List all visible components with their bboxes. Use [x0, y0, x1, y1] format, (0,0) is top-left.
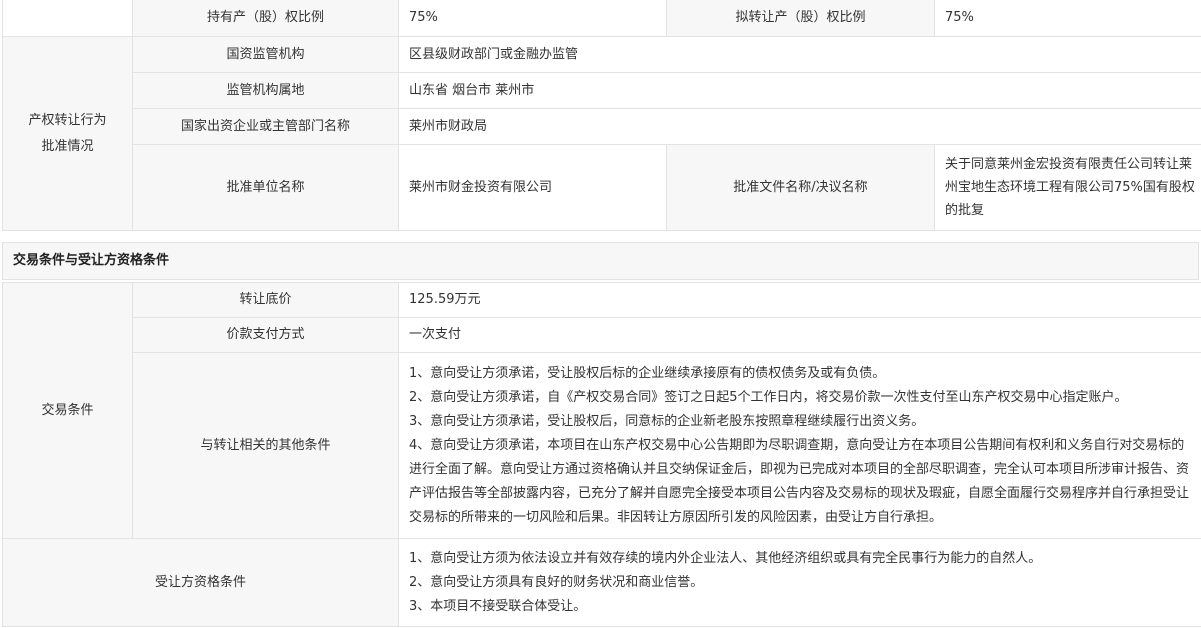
- section-heading: 交易条件与受让方资格条件: [2, 242, 1199, 280]
- other-condition-item: 3、意向受让方须承诺，受让股权后，同意标的企业新老股东按照章程继续履行出资义务。: [409, 413, 925, 429]
- base-price-row: 交易条件 转让底价 125.59万元: [2, 282, 1201, 539]
- rights-transfer-table: 持有产（股）权比例 75% 拟转让产（股）权比例 75% 产权转让行为 批准情况…: [2, 0, 1201, 231]
- base-price-value: 125.59万元: [398, 282, 1201, 318]
- location-row: 监管机构属地 山东省 烟台市 莱州市: [3, 72, 1201, 109]
- other-condition-item: 2、意向受让方须承诺，自《产权交易合同》签订之日起5个工作日内，将交易价款一次性…: [409, 389, 1128, 405]
- approval-group-label: 产权转让行为 批准情况: [2, 36, 133, 231]
- location-value: 山东省 烟台市 莱州市: [398, 72, 1201, 109]
- approver-label: 批准单位名称: [132, 144, 399, 231]
- qualification-item: 2、意向受让方须具有良好的财务状况和商业信誉。: [409, 574, 704, 590]
- holding-ratio-value: 75%: [398, 0, 667, 37]
- approval-group-label-line1: 产权转让行为: [28, 112, 107, 128]
- supervisor-value: 区县级财政部门或金融办监管: [398, 36, 1201, 73]
- base-price-label: 转让底价: [132, 282, 399, 318]
- other-conditions-row: 与转让相关的其他条件 1、意向受让方须承诺，受让股权后标的企业继续承接原有的债权…: [3, 352, 1201, 539]
- trade-conditions-group-label: 交易条件: [2, 282, 133, 539]
- transfer-ratio-label: 拟转让产（股）权比例: [666, 0, 935, 37]
- other-condition-item: 4、意向受让方须承诺，本项目在山东产权交易中心公告期即为尽职调查期，意向受让方在…: [409, 437, 1190, 525]
- qualification-value: 1、意向受让方须为依法设立并有效存续的境内外企业法人、其他经济组织或具有完全民事…: [398, 538, 1201, 627]
- qualification-item: 1、意向受让方须为依法设立并有效存续的境内外企业法人、其他经济组织或具有完全民事…: [409, 550, 1042, 566]
- qualification-row: 受让方资格条件 1、意向受让方须为依法设立并有效存续的境内外企业法人、其他经济组…: [2, 538, 1201, 627]
- trade-conditions-table: 交易条件 转让底价 125.59万元 价款支付方式 一次支付 与转让相关的其他条…: [2, 282, 1201, 627]
- holding-ratio-label: 持有产（股）权比例: [132, 0, 399, 37]
- approver-row: 批准单位名称 莱州市财金投资有限公司 批准文件名称/决议名称 关于同意莱州金宏投…: [3, 144, 1201, 231]
- approver-value: 莱州市财金投资有限公司: [398, 144, 667, 231]
- approval-doc-value: 关于同意莱州金宏投资有限责任公司转让莱州宝地生态环境工程有限公司75%国有股权的…: [934, 144, 1201, 231]
- approval-group-label-line2: 批准情况: [41, 138, 94, 154]
- qualification-label: 受让方资格条件: [2, 538, 399, 627]
- qualification-item: 3、本项目不接受联合体受让。: [409, 598, 587, 614]
- supervisor-row: 产权转让行为 批准情况 国资监管机构 区县级财政部门或金融办监管: [2, 36, 1201, 231]
- payment-label: 价款支付方式: [132, 317, 399, 353]
- approval-doc-label: 批准文件名称/决议名称: [666, 144, 935, 231]
- supervisor-label: 国资监管机构: [132, 36, 399, 73]
- transfer-ratio-value: 75%: [934, 0, 1201, 37]
- other-conditions-value: 1、意向受让方须承诺，受让股权后标的企业继续承接原有的债权债务及或有负债。 2、…: [398, 352, 1201, 539]
- payment-value: 一次支付: [398, 317, 1201, 353]
- holding-ratio-row: 持有产（股）权比例 75% 拟转让产（股）权比例 75%: [2, 0, 1201, 37]
- competent-dept-label: 国家出资企业或主管部门名称: [132, 108, 399, 145]
- location-label: 监管机构属地: [132, 72, 399, 109]
- competent-dept-value: 莱州市财政局: [398, 108, 1201, 145]
- competent-dept-row: 国家出资企业或主管部门名称 莱州市财政局: [3, 108, 1201, 145]
- other-conditions-label: 与转让相关的其他条件: [132, 352, 399, 539]
- other-condition-item: 1、意向受让方须承诺，受让股权后标的企业继续承接原有的债权债务及或有负债。: [409, 365, 886, 381]
- payment-row: 价款支付方式 一次支付: [3, 317, 1201, 353]
